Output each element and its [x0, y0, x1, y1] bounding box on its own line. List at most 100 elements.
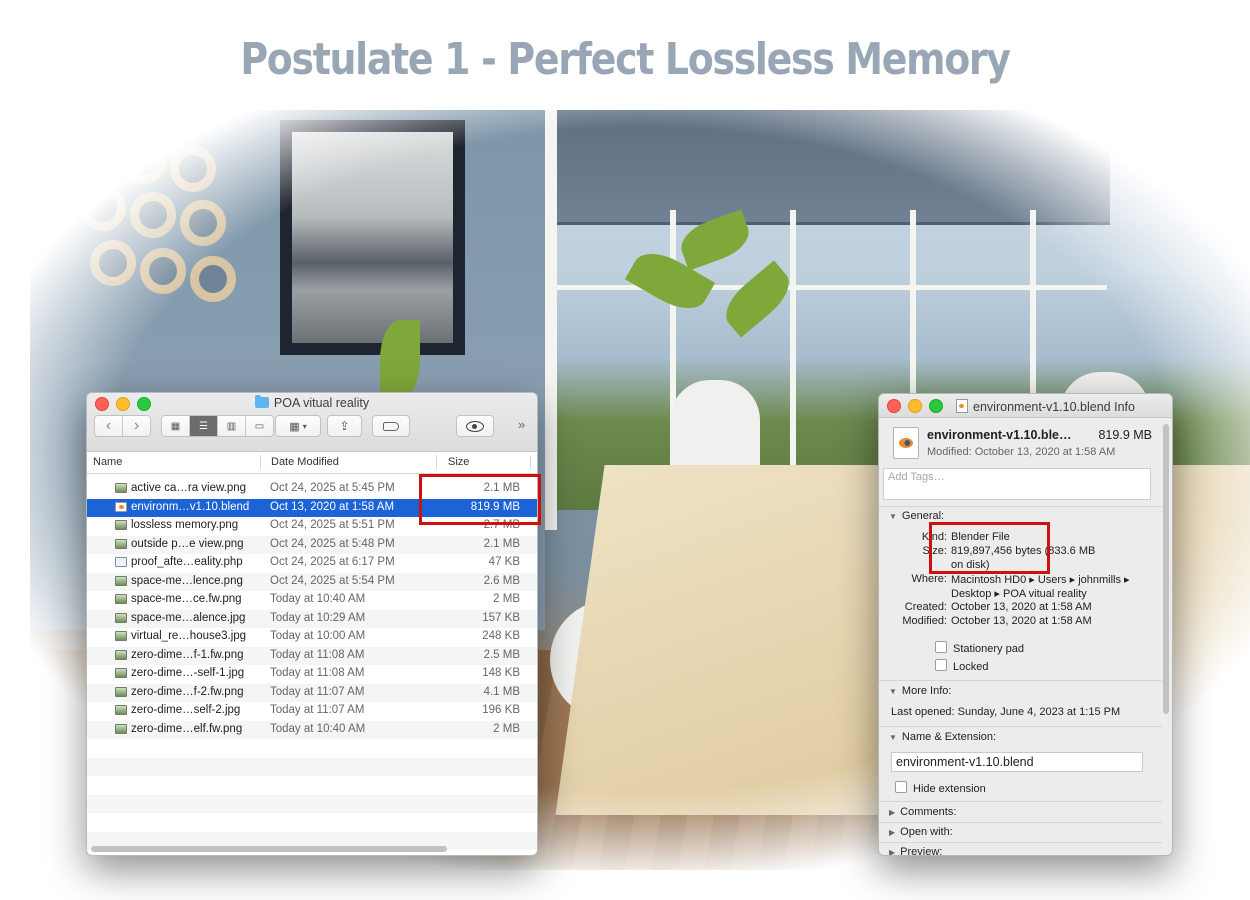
general-section-toggle[interactable]: ▼ General:: [889, 510, 944, 522]
column-size[interactable]: Size: [448, 456, 469, 468]
table-row[interactable]: space-me…lence.png Oct 24, 2025 at 5:54 P…: [87, 572, 537, 591]
finder-window: POA vitual reality ‹ › ▦ ☰ ▥ ▭ ▦ ▾ ⇪ » N…: [86, 392, 538, 856]
where-value-cont: Desktop ▸ POA vitual reality: [951, 588, 1087, 600]
disclosure-closed-icon: ▶: [889, 828, 896, 837]
info-modified: Modified: October 13, 2020 at 1:58 AM: [927, 446, 1116, 458]
image-file-icon: [115, 686, 127, 697]
image-file-icon: [115, 612, 127, 623]
where-value: Macintosh HD0 ▸ Users ▸ johnmills ▸: [951, 574, 1130, 586]
headline: Postulate 1 - Perfect Lossless Memory: [240, 34, 1011, 85]
checkbox-icon: [935, 641, 947, 653]
table-row[interactable]: proof_afte…eality.php Oct 24, 2025 at 6:1…: [87, 554, 537, 573]
table-row[interactable]: outside p…e view.png Oct 24, 2025 at 5:48…: [87, 535, 537, 554]
finder-toolbar: ‹ › ▦ ☰ ▥ ▭ ▦ ▾ ⇪ »: [94, 415, 530, 441]
file-name-field[interactable]: environment-v1.10.blend: [891, 752, 1143, 772]
disclosure-open-icon: ▼: [889, 687, 897, 696]
toolbar-overflow-icon[interactable]: »: [518, 417, 525, 432]
table-row[interactable]: zero-dime…f-1.fw.png Today at 11:08 AM 2.5…: [87, 646, 537, 665]
created-value: October 13, 2020 at 1:58 AM: [951, 601, 1092, 613]
image-file-icon: [115, 575, 127, 586]
created-label: Created:: [904, 601, 947, 613]
image-file-icon: [115, 668, 127, 678]
info-file-size: 819.9 MB: [1098, 428, 1152, 442]
disclosure-open-icon: ▼: [889, 512, 897, 521]
checkbox-icon: [935, 659, 947, 671]
column-date-modified[interactable]: Date Modified: [271, 456, 339, 468]
name-extension-section-toggle[interactable]: ▼ Name & Extension:: [889, 731, 996, 743]
grid-icon: ▦: [289, 420, 300, 433]
eye-icon: [466, 420, 484, 432]
image-file-icon: [115, 723, 127, 734]
table-row[interactable]: zero-dime…f-2.fw.png Today at 11:07 AM 4.1…: [87, 683, 537, 702]
disclosure-closed-icon: ▶: [889, 848, 896, 856]
info-titlebar: environment-v1.10.blend Info: [879, 394, 1172, 418]
modified-label: Modified:: [902, 615, 947, 627]
table-row[interactable]: zero-dime…-self-1.jpg Today at 11:08 AM 14…: [87, 665, 537, 684]
table-row[interactable]: virtual_re…house3.jpg Today at 10:00 AM 24…: [87, 628, 537, 647]
view-mode-buttons: ▦ ☰ ▥ ▭: [161, 415, 274, 437]
column-header: Name Date Modified Size: [87, 452, 537, 474]
chevron-down-icon: ▾: [302, 421, 307, 431]
image-file-icon: [115, 705, 127, 715]
share-button[interactable]: ⇪: [327, 415, 362, 437]
image-file-icon: [115, 594, 127, 604]
image-file-icon: [115, 520, 127, 530]
blender-file-icon: [115, 501, 127, 512]
forward-button[interactable]: ›: [123, 416, 150, 436]
table-row[interactable]: space-me…ce.fw.png Today at 10:40 AM 2 MB: [87, 591, 537, 610]
where-label: Where:: [911, 573, 947, 585]
folder-icon: [254, 395, 269, 408]
empty-row: [87, 794, 537, 813]
more-info-section-toggle[interactable]: ▼ More Info:: [889, 685, 951, 697]
tags-input[interactable]: Add Tags…: [883, 468, 1151, 500]
file-list: active ca…ra view.png Oct 24, 2025 at 5:4…: [87, 474, 537, 850]
tag-button[interactable]: [372, 415, 410, 437]
blender-file-icon: [893, 427, 919, 459]
preview-section-toggle[interactable]: ▶ Preview:: [889, 846, 942, 856]
table-row[interactable]: zero-dime…elf.fw.png Today at 10:40 AM 2 M…: [87, 720, 537, 739]
empty-row: [87, 813, 537, 832]
blender-file-icon: [956, 399, 969, 413]
list-view-icon[interactable]: ☰: [190, 416, 218, 436]
image-file-icon: [115, 483, 127, 493]
table-row[interactable]: space-me…alence.jpg Today at 10:29 AM 157 …: [87, 609, 537, 628]
disclosure-closed-icon: ▶: [889, 808, 896, 817]
info-file-name: environment-v1.10.ble…: [927, 428, 1072, 442]
info-body: environment-v1.10.ble… 819.9 MB Modified…: [879, 418, 1162, 855]
empty-row: [87, 739, 537, 758]
finder-title: POA vitual reality: [87, 395, 537, 410]
quick-look-button[interactable]: [456, 415, 494, 437]
tag-icon: [383, 421, 399, 431]
info-window: environment-v1.10.blend Info environment…: [878, 393, 1173, 856]
image-file-icon: [115, 538, 127, 549]
disclosure-open-icon: ▼: [889, 733, 897, 742]
finder-titlebar: POA vitual reality ‹ › ▦ ☰ ▥ ▭ ▦ ▾ ⇪ »: [87, 393, 537, 452]
share-icon: ⇪: [339, 419, 350, 433]
nav-buttons: ‹ ›: [94, 415, 151, 437]
checkbox-icon: [895, 781, 907, 793]
empty-row: [87, 776, 537, 795]
locked-checkbox[interactable]: Locked: [935, 659, 988, 673]
php-file-icon: [115, 557, 127, 567]
open-with-section-toggle[interactable]: ▶ Open with:: [889, 826, 953, 838]
column-name[interactable]: Name: [93, 456, 122, 468]
last-opened: Last opened: Sunday, June 4, 2023 at 1:1…: [891, 706, 1121, 718]
comments-section-toggle[interactable]: ▶ Comments:: [889, 806, 956, 818]
empty-row: [87, 757, 537, 776]
horizontal-scrollbar[interactable]: [91, 846, 447, 852]
group-by-button[interactable]: ▦ ▾: [275, 415, 321, 437]
image-file-icon: [115, 631, 127, 641]
column-view-icon[interactable]: ▥: [218, 416, 246, 436]
hide-extension-checkbox[interactable]: Hide extension: [895, 781, 986, 795]
table-row[interactable]: zero-dime…self-2.jpg Today at 11:07 AM 196…: [87, 702, 537, 721]
back-button[interactable]: ‹: [95, 416, 123, 436]
icon-view-icon[interactable]: ▦: [162, 416, 190, 436]
gallery-view-icon[interactable]: ▭: [246, 416, 273, 436]
modified-value: October 13, 2020 at 1:58 AM: [951, 615, 1092, 627]
info-title: environment-v1.10.blend Info: [879, 399, 1172, 414]
image-file-icon: [115, 649, 127, 660]
vertical-scrollbar[interactable]: [1163, 424, 1169, 714]
size-highlight-callout: [419, 474, 541, 525]
stationery-pad-checkbox[interactable]: Stationery pad: [935, 641, 1024, 655]
kind-size-highlight-callout: [929, 522, 1050, 574]
